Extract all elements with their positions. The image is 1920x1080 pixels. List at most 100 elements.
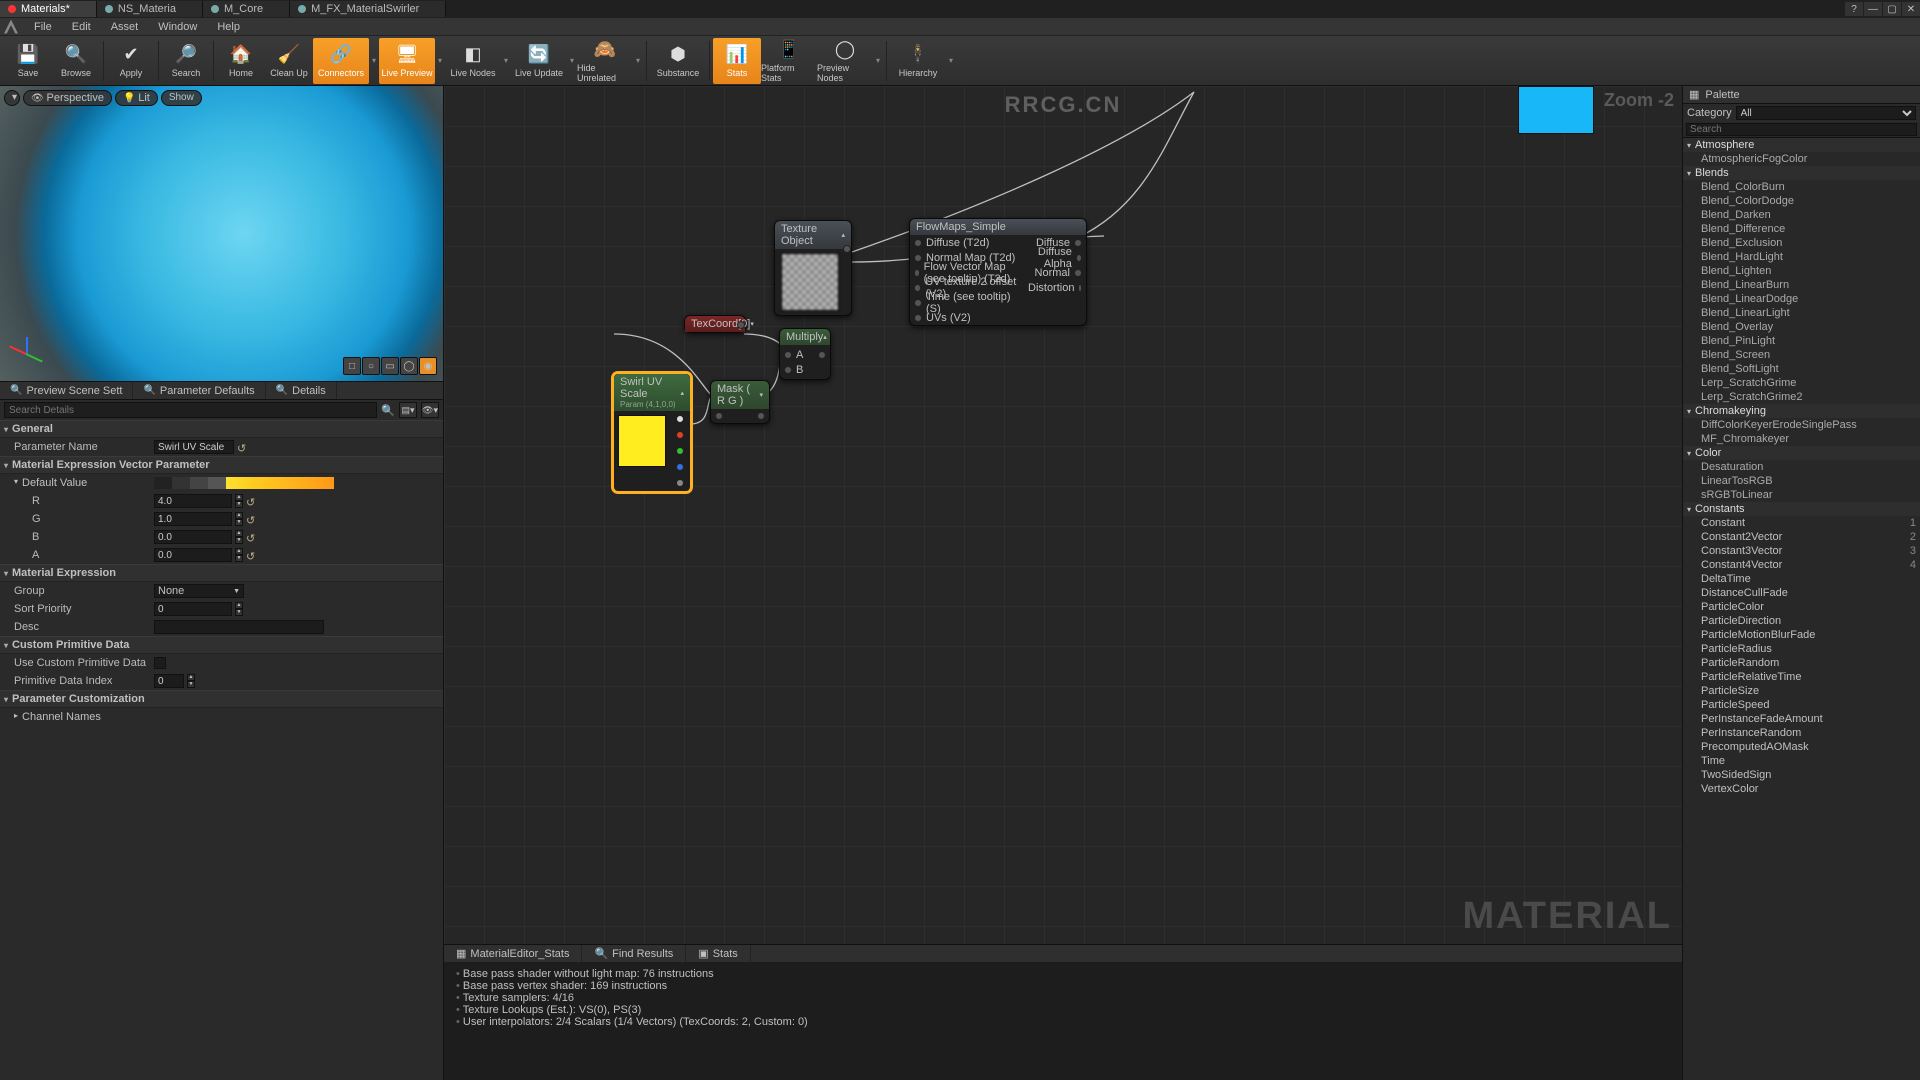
palette-item[interactable]: DiffColorKeyerErodeSinglePass — [1683, 418, 1920, 432]
palette-item[interactable]: ParticleSize — [1683, 684, 1920, 698]
toolbar-browse[interactable]: 🔍Browse — [52, 38, 100, 84]
palette-item[interactable]: Blend_ColorDodge — [1683, 194, 1920, 208]
close-button[interactable]: ✕ — [1902, 2, 1920, 16]
input-pin[interactable] — [914, 239, 922, 247]
palette-item[interactable]: Blend_Screen — [1683, 348, 1920, 362]
palette-item[interactable]: Constant3Vector3 — [1683, 544, 1920, 558]
minimize-button[interactable]: — — [1864, 2, 1882, 16]
palette-item[interactable]: ParticleDirection — [1683, 614, 1920, 628]
palette-item[interactable]: Lerp_ScratchGrime2 — [1683, 390, 1920, 404]
section-general[interactable]: ▾General — [0, 420, 443, 438]
palette-item[interactable]: PerInstanceFadeAmount — [1683, 712, 1920, 726]
toolbar-apply[interactable]: ✔Apply — [107, 38, 155, 84]
toolbar-save[interactable]: 💾Save — [4, 38, 52, 84]
toolbar-platform-stats[interactable]: 📱Platform Stats — [761, 38, 817, 84]
toolbar-live-nodes[interactable]: ◧Live Nodes — [445, 38, 501, 84]
section-custom-primitive-data[interactable]: ▾Custom Primitive Data — [0, 636, 443, 654]
palette-item[interactable]: Blend_Overlay — [1683, 320, 1920, 334]
toolbar-home[interactable]: 🏠Home — [217, 38, 265, 84]
viewport-show-button[interactable]: Show — [161, 90, 202, 106]
output-pin-rgba[interactable] — [676, 415, 684, 423]
toolbar-hierarchy-dropdown[interactable]: ▾ — [946, 38, 956, 84]
menu-window[interactable]: Window — [148, 19, 207, 35]
palette-item[interactable]: sRGBToLinear — [1683, 488, 1920, 502]
toolbar-substance[interactable]: ⬢Substance — [650, 38, 706, 84]
node-multiply[interactable]: Multiply▴ A B — [779, 328, 831, 380]
input-pin[interactable] — [914, 314, 922, 322]
input-pin[interactable] — [914, 299, 922, 307]
reset-icon[interactable]: ↺ — [237, 442, 247, 452]
menu-edit[interactable]: Edit — [62, 19, 101, 35]
output-pin-g[interactable] — [676, 447, 684, 455]
palette-item[interactable]: DistanceCullFade — [1683, 586, 1920, 600]
toolbar-connectors[interactable]: 🔗Connectors — [313, 38, 369, 84]
document-tab[interactable]: M_Core — [203, 1, 290, 17]
stats-tab[interactable]: ▦MaterialEditor_Stats — [444, 945, 582, 962]
details-tab[interactable]: 🔍Details — [266, 382, 337, 399]
filter-dropdown[interactable]: ▤▾ — [399, 402, 417, 418]
input-pin[interactable] — [914, 254, 922, 262]
toolbar-connectors-dropdown[interactable]: ▾ — [369, 38, 379, 84]
reset-icon[interactable]: ↺ — [246, 550, 256, 560]
output-pin-a[interactable] — [676, 479, 684, 487]
viewport-options-dropdown[interactable]: ▾ — [4, 90, 20, 106]
menu-file[interactable]: File — [24, 19, 62, 35]
preview-shape-button[interactable]: ▭ — [381, 357, 399, 375]
palette-item[interactable]: Blend_PinLight — [1683, 334, 1920, 348]
palette-item[interactable]: ParticleRandom — [1683, 656, 1920, 670]
visibility-toggle[interactable]: 👁▾ — [421, 402, 439, 418]
preview-shape-button[interactable]: ○ — [362, 357, 380, 375]
palette-item[interactable]: PerInstanceRandom — [1683, 726, 1920, 740]
toolbar-preview-nodes-dropdown[interactable]: ▾ — [873, 38, 883, 84]
toolbar-live-update[interactable]: 🔄Live Update — [511, 38, 567, 84]
section-parameter-customization[interactable]: ▾Parameter Customization — [0, 690, 443, 708]
palette-item[interactable]: Constant4Vector4 — [1683, 558, 1920, 572]
palette-group[interactable]: ▾Atmosphere — [1683, 138, 1920, 152]
preview-shape-button[interactable]: □ — [343, 357, 361, 375]
output-pin-b[interactable] — [676, 463, 684, 471]
palette-item[interactable]: ParticleRadius — [1683, 642, 1920, 656]
palette-item[interactable]: Constant2Vector2 — [1683, 530, 1920, 544]
details-tab[interactable]: 🔍Parameter Defaults — [133, 382, 265, 399]
palette-item[interactable]: Blend_LinearDodge — [1683, 292, 1920, 306]
node-swirl-uv-scale[interactable]: Swirl UV ScaleParam (4,1,0,0)▴ — [612, 372, 692, 493]
palette-category-select[interactable]: All — [1736, 106, 1916, 120]
sort-priority-input[interactable] — [154, 602, 232, 616]
stats-tab[interactable]: ▣Stats — [686, 945, 750, 962]
node-texcoord[interactable]: TexCoord[0]▾ — [684, 315, 746, 333]
preview-viewport[interactable]: ▾ 👁 Perspective 💡 Lit Show □○▭◯◉ — [0, 86, 443, 382]
menu-asset[interactable]: Asset — [101, 19, 149, 35]
palette-item[interactable]: Time — [1683, 754, 1920, 768]
node-texture-object[interactable]: Texture Object▴ — [774, 220, 852, 316]
palette-item[interactable]: Blend_SoftLight — [1683, 362, 1920, 376]
palette-item[interactable]: Blend_LinearLight — [1683, 306, 1920, 320]
palette-item[interactable]: ParticleSpeed — [1683, 698, 1920, 712]
palette-item[interactable]: Blend_HardLight — [1683, 250, 1920, 264]
toolbar-live-update-dropdown[interactable]: ▾ — [567, 38, 577, 84]
toolbar-preview-nodes[interactable]: ◯Preview Nodes — [817, 38, 873, 84]
menu-help[interactable]: Help — [207, 19, 250, 35]
document-tab[interactable]: M_FX_MaterialSwirler — [290, 1, 446, 17]
section-mevp[interactable]: ▾Material Expression Vector Parameter — [0, 456, 443, 474]
details-search-input[interactable] — [4, 402, 377, 418]
palette-group[interactable]: ▾Blends — [1683, 166, 1920, 180]
palette-item[interactable]: ParticleRelativeTime — [1683, 670, 1920, 684]
channel-r-input[interactable] — [154, 494, 232, 508]
node-flowmaps-simple[interactable]: FlowMaps_Simple Diffuse (T2d)Normal Map … — [909, 218, 1087, 326]
viewport-perspective-button[interactable]: 👁 Perspective — [23, 90, 112, 106]
palette-item[interactable]: TwoSidedSign — [1683, 768, 1920, 782]
toolbar-hide-unrelated-dropdown[interactable]: ▾ — [633, 38, 643, 84]
help-icon[interactable]: ? — [1845, 2, 1863, 16]
details-tab[interactable]: 🔍Preview Scene Sett — [0, 382, 133, 399]
stats-tab[interactable]: 🔍Find Results — [582, 945, 686, 962]
group-combo[interactable]: None▼ — [154, 584, 244, 598]
palette-item[interactable]: VertexColor — [1683, 782, 1920, 796]
use-custom-primitive-checkbox[interactable] — [154, 657, 166, 669]
material-graph[interactable]: RRCG.CN Zoom -2 MATERIAL Texture Object▴ — [444, 86, 1682, 944]
palette-item[interactable]: AtmosphericFogColor — [1683, 152, 1920, 166]
reset-icon[interactable]: ↺ — [246, 514, 256, 524]
color-swatch-bar[interactable] — [154, 477, 334, 489]
input-pin[interactable] — [914, 269, 920, 277]
toolbar-hide-unrelated[interactable]: 🙈Hide Unrelated — [577, 38, 633, 84]
viewport-lit-button[interactable]: 💡 Lit — [115, 90, 158, 106]
